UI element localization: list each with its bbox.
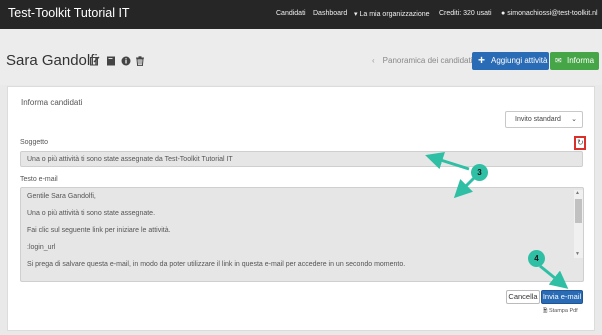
annotation-arrow-send: [539, 264, 569, 289]
annotation-arrow-subject: [425, 151, 470, 171]
annotation-step-4: 4: [528, 250, 545, 267]
annotation-arrow-body: [453, 175, 477, 199]
annotation-step-3: 3: [471, 164, 488, 181]
annotation-overlay: [425, 151, 569, 289]
